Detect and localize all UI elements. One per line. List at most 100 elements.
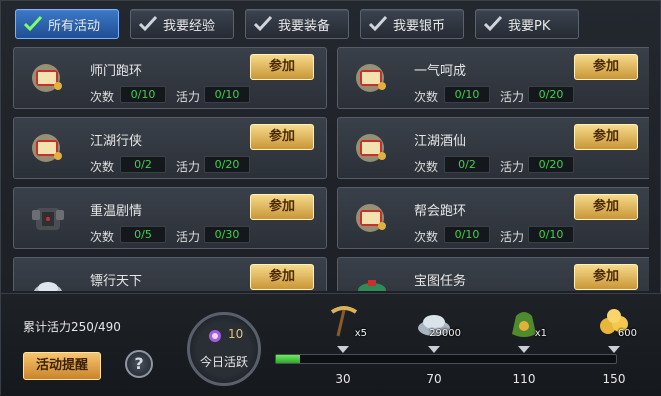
activity-reminder-button[interactable]: 活动提醒 (23, 352, 101, 380)
vigor-label: 活力 (500, 90, 525, 104)
tab-pk[interactable]: 我要PK (475, 9, 579, 39)
tab-equipment[interactable]: 我要装备 (245, 9, 349, 39)
activity-list[interactable]: 师门跑环 次数 0/10 活力 0/10 参加 一气呵成 次数 0/10 活力 … (13, 47, 649, 291)
reward-chest-150[interactable]: 600 (589, 302, 639, 350)
vigor-label: 活力 (500, 160, 525, 174)
checkmark-icon (369, 16, 387, 32)
reward-chest-70[interactable]: 29000 (409, 302, 461, 350)
scroll-icon (350, 196, 394, 240)
activity-name: 镖行天下 (90, 274, 143, 289)
reward-chest-110[interactable]: x1 (499, 302, 549, 350)
activity-card: 宝图任务 参加 (337, 257, 649, 291)
tab-label: 我要装备 (278, 18, 331, 34)
checkmark-icon (484, 16, 502, 32)
vigor-value: 0/20 (528, 156, 574, 173)
milestone-marker (428, 346, 440, 353)
reward-quantity: x1 (534, 328, 547, 339)
silver-icon (26, 266, 70, 291)
armor-icon (26, 196, 70, 240)
vigor-value: 0/10 (204, 86, 250, 103)
total-vigor: 累计活力250/490 (23, 320, 121, 334)
join-button[interactable]: 参加 (250, 264, 314, 290)
activity-card: 重温剧情 次数 0/5 活力 0/30 参加 (13, 187, 327, 249)
activity-name: 江湖行侠 (90, 134, 143, 149)
tab-label: 我要银币 (393, 18, 446, 34)
help-button[interactable]: ? (125, 350, 153, 378)
today-activity-count: 10 (228, 327, 244, 341)
join-button[interactable]: 参加 (250, 54, 314, 80)
vigor-value: 0/20 (528, 86, 574, 103)
milestone-value: 70 (426, 372, 442, 386)
activity-name: 宝图任务 (414, 274, 467, 289)
tab-experience[interactable]: 我要经验 (130, 9, 234, 39)
scroll-icon (26, 56, 70, 100)
count-label: 次数 (414, 230, 439, 244)
join-button[interactable]: 参加 (574, 194, 638, 220)
today-activity-label: 今日活跃 (199, 355, 248, 369)
activity-card: 师门跑环 次数 0/10 活力 0/10 参加 (13, 47, 327, 109)
activity-card: 帮会跑环 次数 0/10 活力 0/10 参加 (337, 187, 649, 249)
milestone-marker (518, 346, 530, 353)
activity-name: 帮会跑环 (414, 204, 467, 219)
count-label: 次数 (90, 90, 115, 104)
vigor-label: 活力 (176, 90, 201, 104)
milestone-value: 30 (335, 372, 351, 386)
activity-name: 江湖酒仙 (414, 134, 467, 149)
activity-name: 一气呵成 (414, 64, 467, 79)
count-label: 次数 (90, 230, 115, 244)
activity-card: 江湖酒仙 次数 0/2 活力 0/20 参加 (337, 117, 649, 179)
reward-quantity: 29000 (429, 328, 461, 339)
vigor-value: 0/10 (528, 226, 574, 243)
count-value: 0/10 (120, 86, 166, 103)
count-label: 次数 (414, 160, 439, 174)
count-value: 0/2 (120, 156, 166, 173)
join-button[interactable]: 参加 (574, 54, 638, 80)
treasure-map-icon (350, 266, 394, 291)
milestone-value: 110 (512, 372, 536, 386)
activity-progress-bar (275, 354, 617, 364)
checkmark-icon (139, 16, 157, 32)
milestone-value: 150 (602, 372, 626, 386)
activity-panel: 所有活动 我要经验 我要装备 我要银币 我要PK 师门跑环 次数 0/10 活力… (0, 0, 661, 396)
tab-label: 我要经验 (163, 18, 216, 34)
today-activity-badge: 10 今日活跃 (187, 312, 261, 386)
join-button[interactable]: 参加 (574, 264, 638, 290)
reward-quantity: 600 (617, 328, 637, 339)
milestone-marker (337, 346, 349, 353)
join-button[interactable]: 参加 (250, 124, 314, 150)
vigor-value: 0/30 (204, 226, 250, 243)
milestone-marker (608, 346, 620, 353)
vigor-label: 活力 (176, 230, 201, 244)
progress-fill (276, 355, 300, 363)
tab-label: 我要PK (508, 18, 551, 34)
reward-quantity: x5 (354, 328, 367, 339)
join-button[interactable]: 参加 (574, 124, 638, 150)
tab-silver[interactable]: 我要银币 (360, 9, 464, 39)
reward-chest-30[interactable]: x5 (319, 302, 369, 350)
activity-card: 江湖行侠 次数 0/2 活力 0/20 参加 (13, 117, 327, 179)
count-value: 0/2 (444, 156, 490, 173)
tab-label: 所有活动 (48, 18, 101, 34)
join-button[interactable]: 参加 (250, 194, 314, 220)
count-label: 次数 (90, 160, 115, 174)
tab-bar: 所有活动 我要经验 我要装备 我要银币 我要PK (15, 9, 579, 39)
checkmark-icon (24, 16, 42, 32)
scroll-icon (350, 126, 394, 170)
scroll-icon (350, 56, 394, 100)
scroll-icon (26, 126, 70, 170)
tab-all-activities[interactable]: 所有活动 (15, 9, 119, 39)
vigor-summary-panel: 累计活力250/490 活动提醒 ? 10 今日活跃 x5 30 29000 7… (1, 293, 661, 396)
activity-name: 重温剧情 (90, 204, 143, 219)
vigor-label: 活力 (500, 230, 525, 244)
vigor-label: 活力 (176, 160, 201, 174)
count-value: 0/10 (444, 86, 490, 103)
count-value: 0/5 (120, 226, 166, 243)
count-label: 次数 (414, 90, 439, 104)
activity-name: 师门跑环 (90, 64, 143, 79)
checkmark-icon (254, 16, 272, 32)
activity-card: 一气呵成 次数 0/10 活力 0/20 参加 (337, 47, 649, 109)
gem-icon (209, 330, 221, 342)
count-value: 0/10 (444, 226, 490, 243)
activity-card: 镖行天下 参加 (13, 257, 327, 291)
vigor-value: 0/20 (204, 156, 250, 173)
